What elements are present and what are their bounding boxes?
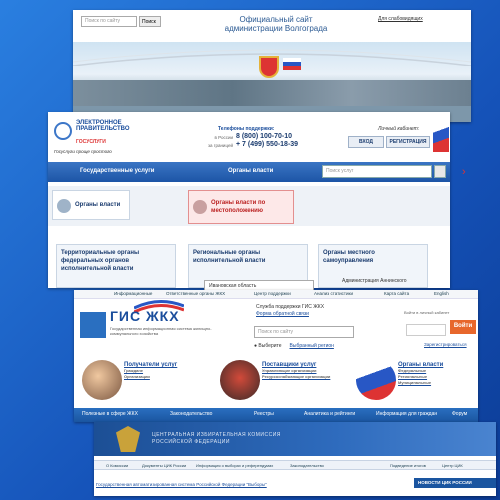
map-pin-icon (193, 200, 207, 214)
top-link[interactable]: Информационные (114, 291, 152, 296)
federal-authorities-label: Территориальные органы федеральных орган… (61, 250, 140, 272)
search-input[interactable]: Поиск по сайту (81, 16, 137, 27)
top-link[interactable]: Карта сайта (384, 291, 409, 296)
chevron-right-icon[interactable]: › (462, 166, 466, 178)
nav-item[interactable]: Документы ЦИК России (142, 463, 186, 468)
gis-zhkh-site-card: Информационные Ответственные органы ЖКХ … (74, 290, 478, 422)
top-link[interactable]: Ответственные органы ЖКХ (166, 291, 225, 296)
volgograd-site-card: Поиск по сайту Поиск Официальный сайт ад… (73, 10, 471, 122)
coat-of-arms-icon (259, 56, 279, 78)
tab-by-location[interactable]: Органы власти по местоположению (188, 190, 294, 224)
menu-item[interactable]: Аналитика и рейтинги (304, 411, 355, 417)
authorities-avatar[interactable] (356, 360, 396, 400)
phone-ru: 8 (800) 100-70-10 (236, 133, 293, 140)
emblem-icon (57, 199, 71, 213)
gis-title: ГИС ЖКХ (110, 308, 180, 324)
category-item[interactable]: Организации (124, 374, 177, 380)
gosuslugi-logo-icon[interactable] (54, 122, 72, 140)
top-link[interactable]: Центр поддержки (254, 291, 291, 296)
top-link[interactable]: English (434, 291, 449, 296)
phone-numbers: 8 (800) 100-70-10 + 7 (499) 550-18-39 (236, 133, 298, 149)
gas-vybory-link[interactable]: Государственная автоматизированная систе… (96, 482, 267, 487)
top-link[interactable]: Анализ статистики (314, 291, 353, 296)
login-field[interactable] (406, 324, 446, 336)
menu-item[interactable]: Законодательство (170, 411, 212, 417)
location-link[interactable]: Выбранный регион (290, 343, 334, 349)
logo-subtitle: ГОСУСЛУГИ (76, 139, 106, 145)
nav-item[interactable]: Информация о выборах и референдумах (196, 463, 273, 468)
search-button[interactable]: Поиск (139, 16, 161, 27)
title-line-2: РОССИЙСКОЙ ФЕДЕРАЦИИ (152, 439, 230, 445)
phones-label: Телефоны поддержки: (218, 126, 275, 132)
title-line-1: ЦЕНТРАЛЬНАЯ ИЗБИРАТЕЛЬНАЯ КОМИССИЯ (152, 432, 281, 438)
nav-item[interactable]: О Комиссии (106, 463, 128, 468)
menu-item[interactable]: Полезные в сфере ЖКХ (82, 411, 138, 417)
admin-item-link[interactable]: Администрация Аннинского (342, 278, 407, 284)
site-title: Официальный сайт администрации Волгоград… (224, 15, 328, 33)
slogan: Госуслуги проще простого (54, 149, 112, 154)
regional-authorities-label: Региональные органы исполнительной власт… (193, 250, 266, 264)
buildings-icon (80, 312, 106, 338)
providers-avatar[interactable] (220, 360, 260, 400)
commission-title: ЦЕНТРАЛЬНАЯ ИЗБИРАТЕЛЬНАЯ КОМИССИЯ РОССИ… (152, 432, 281, 446)
category-authorities[interactable]: Органы власти Федеральные Региональные М… (398, 362, 443, 386)
news-header: НОВОСТИ ЦИК РОССИИ (414, 478, 496, 488)
bottom-menu: Полезные в сфере ЖКХ Законодательство Ре… (74, 408, 478, 422)
recipients-avatar[interactable] (82, 360, 122, 400)
russian-flag-icon (283, 58, 301, 70)
register-link[interactable]: Зарегистрироваться (424, 342, 467, 347)
category-recipients[interactable]: Получатели услуг Граждане Организации (124, 362, 177, 380)
menu-item[interactable]: Форум (452, 411, 467, 417)
nav-item[interactable]: Подведение итогов (390, 463, 426, 468)
nav-services[interactable]: Государственные услуги (80, 168, 154, 174)
phone-ru-label: в России (214, 135, 233, 140)
menu-item[interactable]: Информация для граждан (376, 411, 437, 417)
phone-abroad-label: за границей (207, 143, 233, 148)
gosuslugi-site-card: ЭЛЕКТРОННОЕ ПРАВИТЕЛЬСТВО ГОСУСЛУГИ Госу… (48, 112, 450, 292)
phone-region-labels: в России за границей (203, 134, 233, 150)
city-skyline (73, 80, 471, 106)
search-input[interactable]: Поиск по сайту (254, 326, 354, 338)
gis-description: Государственная информационная система ж… (110, 326, 212, 336)
izbirkom-site-card: ЦЕНТРАЛЬНАЯ ИЗБИРАТЕЛЬНАЯ КОМИССИЯ РОССИ… (94, 422, 496, 496)
register-button[interactable]: РЕГИСТРАЦИЯ (386, 136, 430, 148)
services-search-input[interactable]: Поиск услуг (322, 165, 432, 178)
location-label: Выберите (258, 343, 282, 349)
category-providers[interactable]: Поставщики услуг Управляющие организации… (262, 362, 330, 380)
login-hint: Войти в личный кабинет (404, 310, 450, 315)
support-label: Служба поддержки ГИС ЖКХ (256, 304, 325, 310)
nav-bar: О Комиссии Документы ЦИК России Информац… (94, 460, 496, 470)
nav-item[interactable]: Центр ЦИК (442, 463, 463, 468)
tab-by-location-label: Органы власти по местоположению (211, 200, 266, 214)
tab-authorities-label: Органы власти (75, 202, 121, 208)
local-authorities-label: Органы местного самоуправления (323, 250, 375, 264)
tab-authorities[interactable]: Органы власти (52, 190, 130, 220)
menu-item[interactable]: Реестры (254, 411, 274, 417)
phone-abroad: + 7 (499) 550-18-39 (236, 141, 299, 148)
location-pin-icon: ● (254, 343, 258, 349)
nav-authorities[interactable]: Органы власти (228, 168, 273, 174)
search-icon[interactable] (434, 165, 446, 178)
location-selector[interactable]: ● Выберите Выбранный регион (254, 343, 334, 349)
visually-impaired-link[interactable]: Для слабовидящих (378, 16, 423, 22)
category-item[interactable]: Муниципальные (398, 380, 443, 386)
login-button[interactable]: Войти (450, 320, 476, 334)
nav-item[interactable]: Законодательство (290, 463, 324, 468)
tricolor-decoration (433, 122, 449, 152)
cabinet-label: Личный кабинет: (378, 126, 420, 132)
federal-authorities-box[interactable]: Территориальные органы федеральных орган… (56, 244, 176, 288)
login-button[interactable]: ВХОД (348, 136, 384, 148)
category-item[interactable]: Ресурсоснабжающие организации (262, 374, 330, 380)
logo-text: ЭЛЕКТРОННОЕ ПРАВИТЕЛЬСТВО (76, 120, 130, 132)
support-link[interactable]: Форма обратной связи (256, 311, 309, 317)
